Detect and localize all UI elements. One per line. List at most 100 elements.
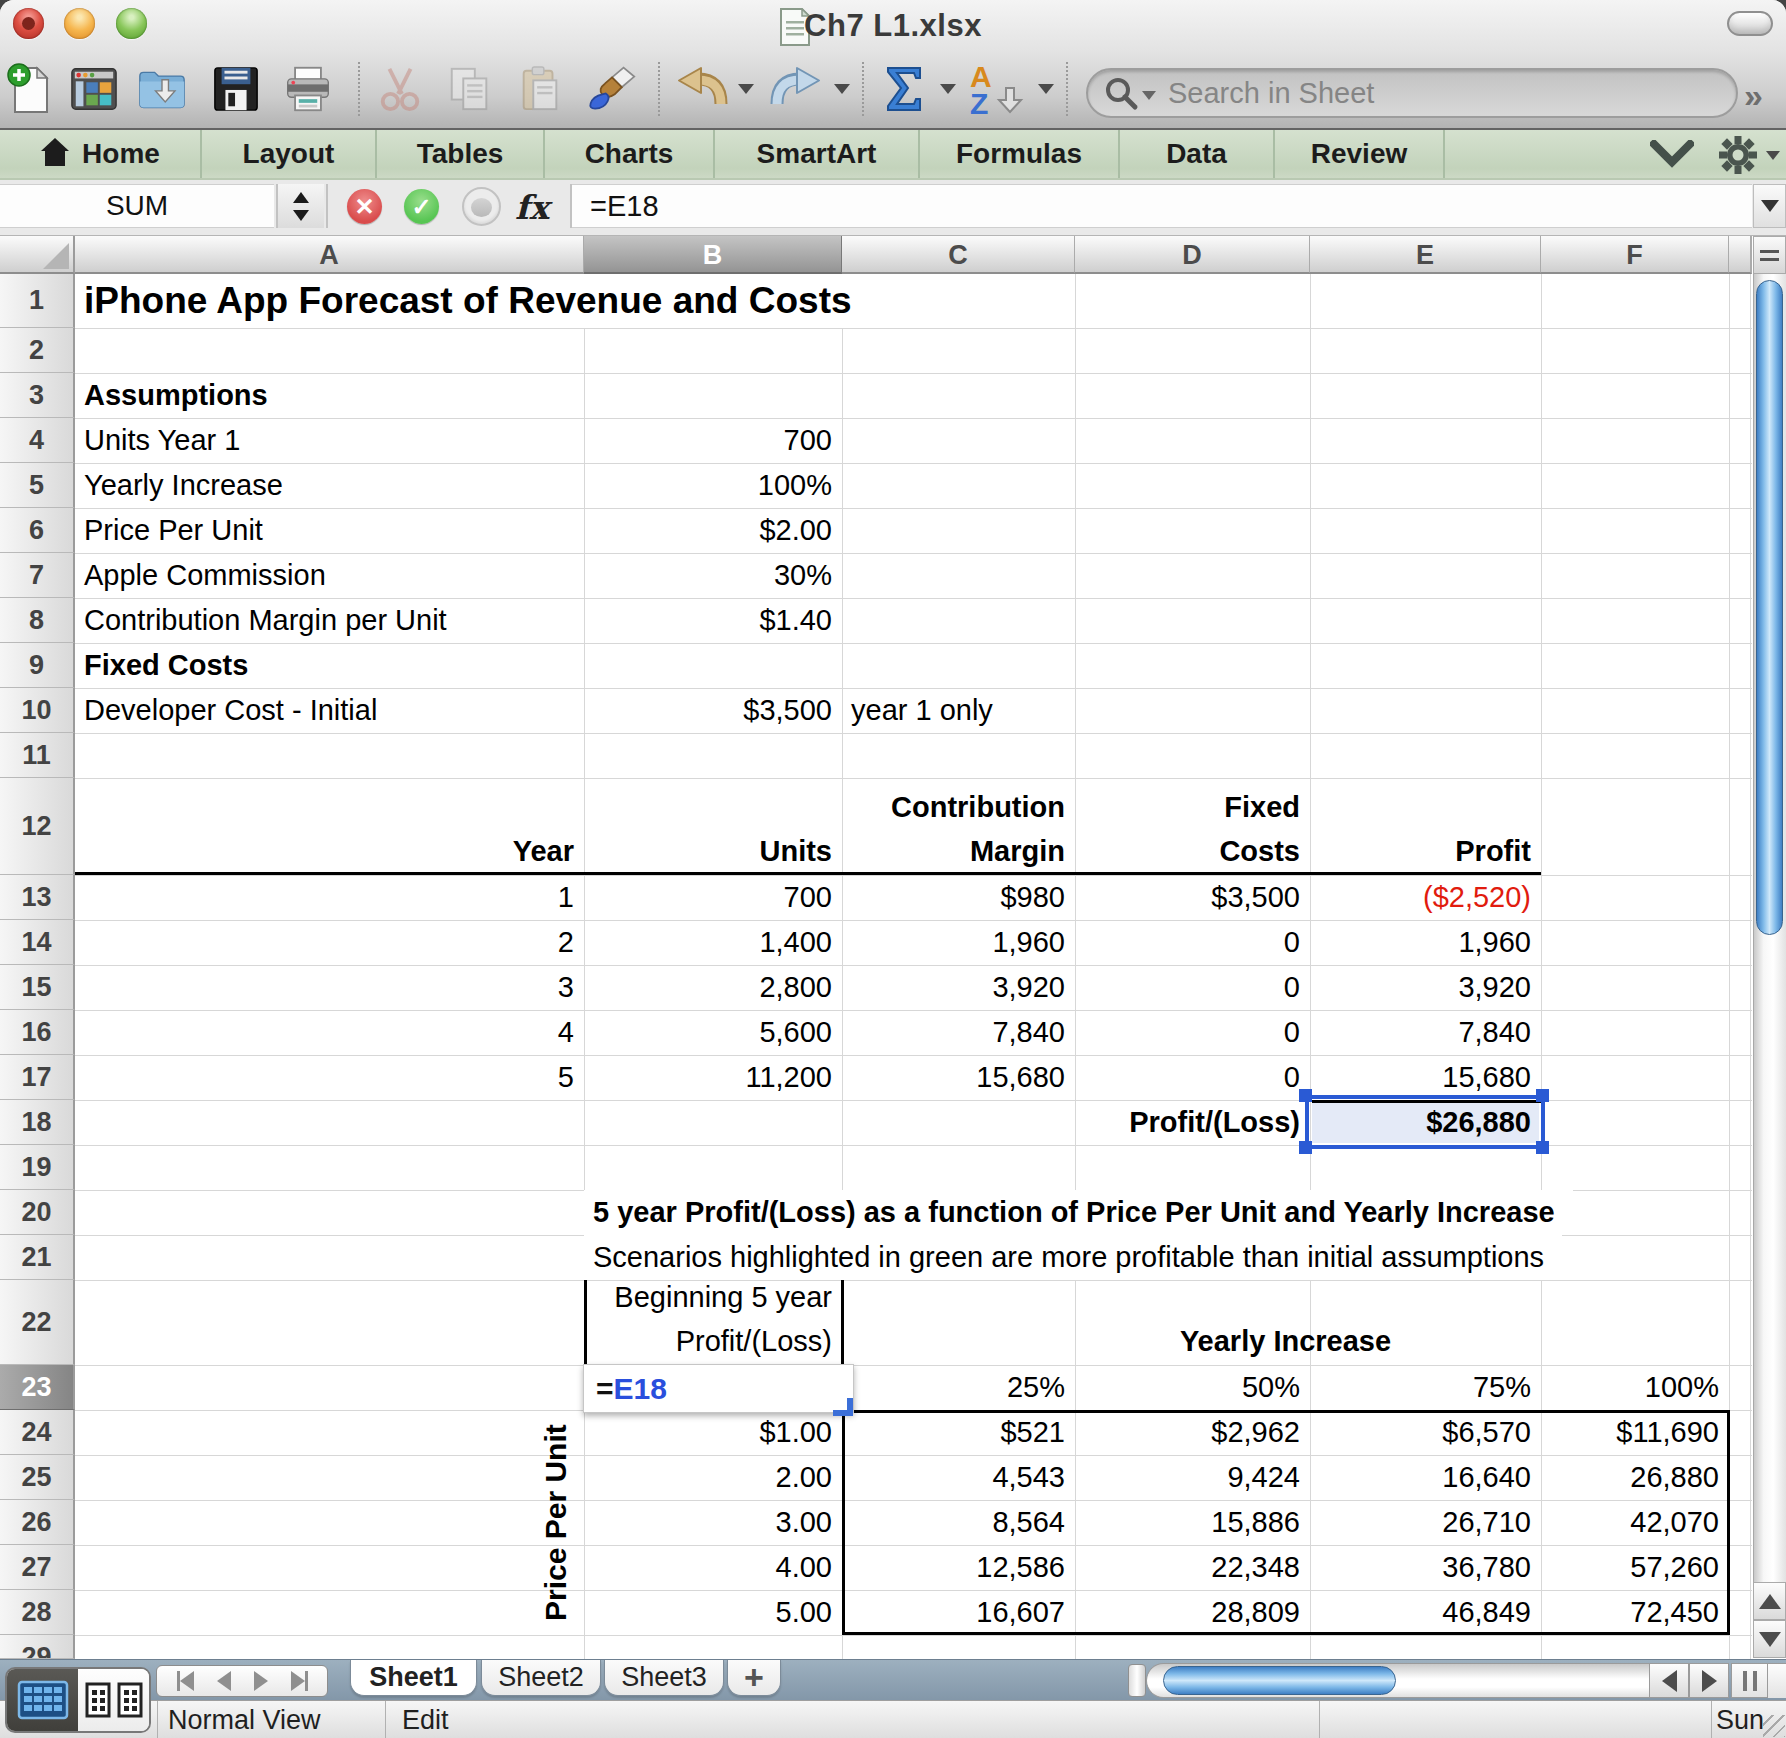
cell-B24[interactable]: $1.00 xyxy=(584,1410,842,1455)
format-painter-button[interactable] xyxy=(588,58,636,120)
cut-button[interactable] xyxy=(376,58,424,120)
cell-D28[interactable]: 28,809 xyxy=(1075,1590,1310,1635)
cell-C13[interactable]: $980 xyxy=(842,875,1075,920)
row-header-21[interactable]: 21 xyxy=(0,1235,75,1280)
row-header-23[interactable]: 23 xyxy=(0,1365,75,1410)
row-header-20[interactable]: 20 xyxy=(0,1190,75,1235)
cell-D15[interactable]: 0 xyxy=(1075,965,1310,1010)
cell-E17[interactable]: 15,680 xyxy=(1310,1055,1541,1100)
cell-C24[interactable]: $521 xyxy=(842,1410,1075,1455)
row-header-9[interactable]: 9 xyxy=(0,643,75,688)
ribbon-tab-smartart[interactable]: SmartArt xyxy=(715,130,920,178)
redo-button[interactable] xyxy=(770,58,822,120)
cell-C26[interactable]: 8,564 xyxy=(842,1500,1075,1545)
cell-C23[interactable]: 25% xyxy=(842,1365,1075,1410)
last-sheet-button[interactable] xyxy=(291,1671,308,1691)
ribbon-collapse-chevron[interactable] xyxy=(1650,140,1694,170)
column-header-F[interactable]: F xyxy=(1541,236,1730,274)
select-all-corner[interactable] xyxy=(0,236,75,274)
first-sheet-button[interactable] xyxy=(177,1671,194,1691)
row-header-15[interactable]: 15 xyxy=(0,965,75,1010)
cell-E27[interactable]: 36,780 xyxy=(1310,1545,1541,1590)
cell-A16[interactable]: 4 xyxy=(75,1010,584,1055)
cell-D16[interactable]: 0 xyxy=(1075,1010,1310,1055)
enter-button[interactable]: ✓ xyxy=(404,189,439,224)
cell-B15[interactable]: 2,800 xyxy=(584,965,842,1010)
row-header-19[interactable]: 19 xyxy=(0,1145,75,1190)
row-header-1[interactable]: 1 xyxy=(0,274,75,328)
undo-dropdown[interactable] xyxy=(738,84,754,94)
cell-A4[interactable]: Units Year 1 xyxy=(75,418,584,463)
ribbon-tab-formulas[interactable]: Formulas xyxy=(920,130,1120,178)
row-header-8[interactable]: 8 xyxy=(0,598,75,643)
ribbon-tab-layout[interactable]: Layout xyxy=(202,130,377,178)
add-sheet-button[interactable]: + xyxy=(727,1660,781,1696)
row-header-26[interactable]: 26 xyxy=(0,1500,75,1545)
cell-C16[interactable]: 7,840 xyxy=(842,1010,1075,1055)
cell-A9[interactable]: Fixed Costs xyxy=(75,643,584,688)
row-header-11[interactable]: 11 xyxy=(0,733,75,778)
open-button[interactable] xyxy=(138,58,186,120)
name-box-stepper[interactable] xyxy=(278,184,324,228)
scroll-left-button[interactable] xyxy=(1649,1663,1689,1698)
column-header-E[interactable]: E xyxy=(1310,236,1542,274)
scroll-right-button[interactable] xyxy=(1689,1663,1729,1698)
row-header-13[interactable]: 13 xyxy=(0,875,75,920)
selection-handle[interactable] xyxy=(1299,1141,1312,1154)
cell-E24[interactable]: $6,570 xyxy=(1310,1410,1541,1455)
sort-button[interactable]: A Z xyxy=(968,58,1032,120)
search-input[interactable] xyxy=(1166,76,1646,111)
undo-button[interactable] xyxy=(676,58,728,120)
redo-dropdown[interactable] xyxy=(834,84,850,94)
toolbar-toggle-lozenge[interactable] xyxy=(1727,11,1773,36)
cell-B20[interactable]: 5 year Profit/(Loss) as a function of Pr… xyxy=(584,1190,1573,1235)
row-header-12[interactable]: 12 xyxy=(0,778,75,875)
cell-F25[interactable]: 26,880 xyxy=(1541,1455,1729,1500)
cell-A13[interactable]: 1 xyxy=(75,875,584,920)
cell-C25[interactable]: 4,543 xyxy=(842,1455,1075,1500)
cell-C27[interactable]: 12,586 xyxy=(842,1545,1075,1590)
cell-C10[interactable]: year 1 only xyxy=(842,688,1075,733)
row-header-7[interactable]: 7 xyxy=(0,553,75,598)
cell-A5[interactable]: Yearly Increase xyxy=(75,463,584,508)
cell-D12[interactable]: Fixed Costs xyxy=(1075,778,1310,875)
row-header-2[interactable]: 2 xyxy=(0,328,75,373)
vertical-split-handle[interactable] xyxy=(1753,236,1786,274)
cell-A14[interactable]: 2 xyxy=(75,920,584,965)
cell-A10[interactable]: Developer Cost - Initial xyxy=(75,688,584,733)
column-header-D[interactable]: D xyxy=(1075,236,1311,274)
cell-B16[interactable]: 5,600 xyxy=(584,1010,842,1055)
ribbon-tab-charts[interactable]: Charts xyxy=(545,130,715,178)
cell-F26[interactable]: 42,070 xyxy=(1541,1500,1729,1545)
scroll-down-button[interactable] xyxy=(1753,1620,1786,1658)
sheet-tab-sheet1[interactable]: Sheet1 xyxy=(350,1660,477,1696)
cell-B14[interactable]: 1,400 xyxy=(584,920,842,965)
gear-dropdown[interactable] xyxy=(1766,151,1780,160)
cell-A17[interactable]: 5 xyxy=(75,1055,584,1100)
cell-F23[interactable]: 100% xyxy=(1541,1365,1729,1410)
next-sheet-button[interactable] xyxy=(254,1671,268,1691)
column-header-C[interactable]: C xyxy=(842,236,1076,274)
cell-B21[interactable]: Scenarios highlighted in green are more … xyxy=(584,1235,1562,1280)
cell-F27[interactable]: 57,260 xyxy=(1541,1545,1729,1590)
cell-C17[interactable]: 15,680 xyxy=(842,1055,1075,1100)
cell-B13[interactable]: 700 xyxy=(584,875,842,920)
cell-editor-B23[interactable]: =E18 xyxy=(583,1364,854,1413)
cell-E26[interactable]: 26,710 xyxy=(1310,1500,1541,1545)
row-header-22[interactable]: 22 xyxy=(0,1280,75,1365)
cell-C28[interactable]: 16,607 xyxy=(842,1590,1075,1635)
row-header-6[interactable]: 6 xyxy=(0,508,75,553)
toolbar-overflow-button[interactable]: » xyxy=(1744,76,1761,115)
sheet-tab-sheet3[interactable]: Sheet3 xyxy=(604,1660,724,1696)
cell-B27[interactable]: 4.00 xyxy=(584,1545,842,1590)
cell-A3[interactable]: Assumptions xyxy=(75,373,584,418)
ribbon-tab-tables[interactable]: Tables xyxy=(377,130,545,178)
cell-D27[interactable]: 22,348 xyxy=(1075,1545,1310,1590)
row-header-3[interactable]: 3 xyxy=(0,373,75,418)
cell-B7[interactable]: 30% xyxy=(584,553,842,598)
formula-builder-icon[interactable] xyxy=(462,187,501,226)
save-button[interactable] xyxy=(212,58,260,120)
page-layout-view-button[interactable] xyxy=(78,1669,149,1731)
cell-D24[interactable]: $2,962 xyxy=(1075,1410,1310,1455)
cell-B5[interactable]: 100% xyxy=(584,463,842,508)
